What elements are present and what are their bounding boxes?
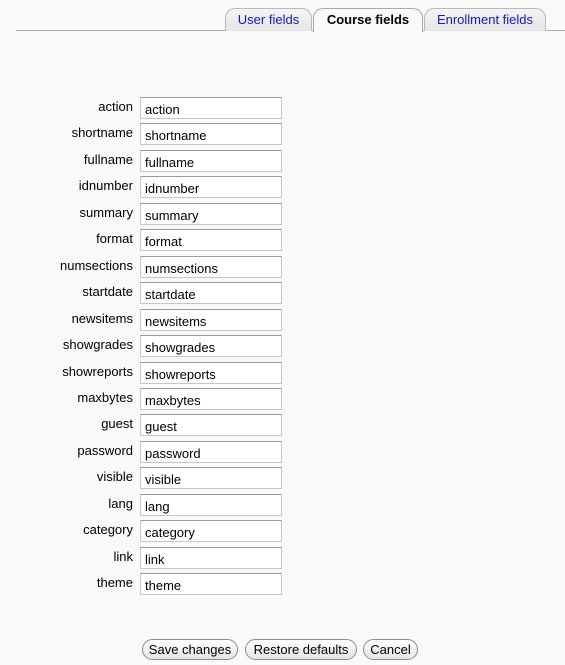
- field-label: guest: [101, 416, 133, 431]
- field-row: action: [0, 97, 300, 119]
- field-row: link: [0, 547, 300, 569]
- field-row: shortname: [0, 123, 300, 145]
- field-label: category: [83, 522, 133, 537]
- field-input[interactable]: [140, 335, 282, 357]
- field-input[interactable]: [140, 547, 282, 569]
- field-input[interactable]: [140, 467, 282, 489]
- field-input[interactable]: [140, 203, 282, 225]
- field-label: lang: [108, 496, 133, 511]
- field-label: startdate: [82, 284, 133, 299]
- tab-user-fields[interactable]: User fields: [225, 8, 312, 31]
- field-input[interactable]: [140, 309, 282, 331]
- field-input[interactable]: [140, 494, 282, 516]
- field-input[interactable]: [140, 150, 282, 172]
- field-row: category: [0, 520, 300, 542]
- field-input[interactable]: [140, 256, 282, 278]
- field-label: showreports: [62, 364, 133, 379]
- field-row: maxbytes: [0, 388, 300, 410]
- field-label: summary: [79, 205, 133, 220]
- field-label: newsitems: [71, 311, 133, 326]
- restore-defaults-button[interactable]: Restore defaults: [245, 639, 357, 660]
- field-input[interactable]: [140, 229, 282, 251]
- field-row: fullname: [0, 150, 300, 172]
- field-row: numsections: [0, 256, 300, 278]
- field-label: visible: [96, 469, 133, 484]
- field-row: password: [0, 441, 300, 463]
- field-label: link: [113, 549, 133, 564]
- field-row: showreports: [0, 362, 300, 384]
- field-input[interactable]: [140, 388, 282, 410]
- tab-enrollment-fields[interactable]: Enrollment fields: [424, 8, 546, 31]
- field-label: action: [98, 99, 133, 114]
- field-row: showgrades: [0, 335, 300, 357]
- field-row: theme: [0, 573, 300, 595]
- field-input[interactable]: [140, 97, 282, 119]
- field-row: startdate: [0, 282, 300, 304]
- field-label: maxbytes: [77, 390, 133, 405]
- field-label: idnumber: [78, 178, 133, 193]
- field-label: theme: [96, 575, 133, 590]
- field-row: idnumber: [0, 176, 300, 198]
- tab-course-fields[interactable]: Course fields: [313, 8, 423, 32]
- field-label: fullname: [83, 152, 133, 167]
- field-input[interactable]: [140, 362, 282, 384]
- field-input[interactable]: [140, 573, 282, 595]
- field-label: password: [77, 443, 133, 458]
- field-label: numsections: [60, 258, 133, 273]
- field-row: guest: [0, 414, 300, 436]
- field-input[interactable]: [140, 123, 282, 145]
- field-label: showgrades: [62, 337, 133, 352]
- field-input[interactable]: [140, 176, 282, 198]
- field-label: shortname: [71, 125, 133, 140]
- field-row: summary: [0, 203, 300, 225]
- cancel-button[interactable]: Cancel: [363, 639, 418, 660]
- field-input[interactable]: [140, 282, 282, 304]
- field-input[interactable]: [140, 414, 282, 436]
- field-row: newsitems: [0, 309, 300, 331]
- field-row: format: [0, 229, 300, 251]
- save-changes-button[interactable]: Save changes: [142, 639, 238, 660]
- field-row: visible: [0, 467, 300, 489]
- field-input[interactable]: [140, 520, 282, 542]
- field-input[interactable]: [140, 441, 282, 463]
- field-row: lang: [0, 494, 300, 516]
- field-label: format: [96, 231, 133, 246]
